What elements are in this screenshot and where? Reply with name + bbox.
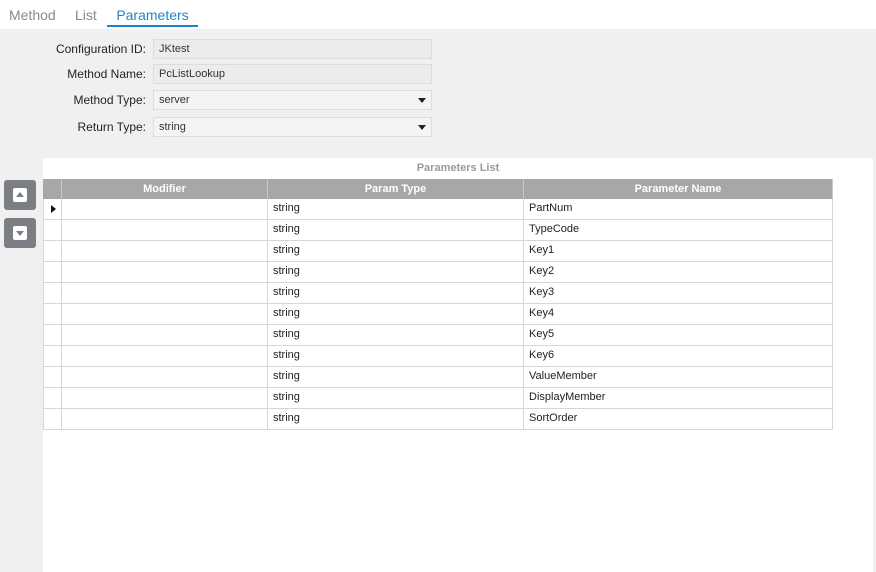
modifier-cell[interactable] <box>62 325 268 345</box>
column-header-parameter-name[interactable]: Parameter Name <box>524 179 833 199</box>
modifier-cell[interactable] <box>62 241 268 261</box>
parameter-name-cell[interactable]: SortOrder <box>524 409 833 429</box>
table-row[interactable]: string PartNum <box>43 199 833 220</box>
tab-method[interactable]: Method <box>9 6 56 24</box>
row-selector[interactable] <box>43 367 62 387</box>
column-header-modifier[interactable]: Modifier <box>62 179 268 199</box>
method-form: Configuration ID: JKtest Method Name: Pc… <box>0 29 876 158</box>
return-type-label: Return Type: <box>77 120 146 134</box>
row-selector[interactable] <box>43 220 62 240</box>
param-type-cell[interactable]: string <box>268 304 524 324</box>
tab-parameters[interactable]: Parameters <box>107 6 198 24</box>
chevron-down-icon[interactable] <box>418 98 426 103</box>
parameter-name-cell[interactable]: Key2 <box>524 262 833 282</box>
parameters-list-title: Parameters List <box>416 162 500 174</box>
modifier-cell[interactable] <box>62 367 268 387</box>
modifier-cell[interactable] <box>62 346 268 366</box>
tab-list[interactable]: List <box>75 6 97 24</box>
method-name-label: Method Name: <box>67 67 146 81</box>
grid-body: string PartNum string TypeCode string Key1 str… <box>43 199 833 430</box>
move-up-icon <box>13 188 27 202</box>
row-selector[interactable] <box>43 325 62 345</box>
method-type-value: server <box>159 94 190 106</box>
parameter-name-cell[interactable]: Key6 <box>524 346 833 366</box>
row-selector[interactable] <box>43 262 62 282</box>
parameters-grid: Modifier Param Type Parameter Name strin… <box>43 179 833 430</box>
chevron-down-icon[interactable] <box>418 125 426 130</box>
config-id-label: Configuration ID: <box>55 42 146 56</box>
row-indicator-header <box>43 179 62 199</box>
param-type-cell[interactable]: string <box>268 325 524 345</box>
modifier-cell[interactable] <box>62 220 268 240</box>
table-row[interactable]: string Key6 <box>43 346 833 367</box>
config-id-field[interactable]: JKtest <box>153 39 432 59</box>
grid-header: Modifier Param Type Parameter Name <box>43 179 833 199</box>
return-type-value: string <box>159 121 186 133</box>
table-row[interactable]: string Key2 <box>43 262 833 283</box>
column-header-param-type[interactable]: Param Type <box>268 179 524 199</box>
parameter-name-cell[interactable]: TypeCode <box>524 220 833 240</box>
table-row[interactable]: string Key5 <box>43 325 833 346</box>
modifier-cell[interactable] <box>62 388 268 408</box>
parameter-name-cell[interactable]: Key1 <box>524 241 833 261</box>
param-type-cell[interactable]: string <box>268 409 524 429</box>
active-tab-indicator <box>107 25 198 27</box>
row-selector[interactable] <box>43 241 62 261</box>
param-type-cell[interactable]: string <box>268 199 524 219</box>
current-row-icon <box>51 205 56 213</box>
table-row[interactable]: string SortOrder <box>43 409 833 430</box>
method-type-label: Method Type: <box>73 93 147 107</box>
modifier-cell[interactable] <box>62 199 268 219</box>
table-row[interactable]: string Key1 <box>43 241 833 262</box>
table-row[interactable]: string Key3 <box>43 283 833 304</box>
parameter-name-cell[interactable]: Key3 <box>524 283 833 303</box>
param-type-cell[interactable]: string <box>268 241 524 261</box>
move-up-button[interactable] <box>4 180 36 210</box>
param-type-cell[interactable]: string <box>268 262 524 282</box>
parameters-area: Parameters List Modifier Param Type Para… <box>0 158 876 572</box>
table-row[interactable]: string TypeCode <box>43 220 833 241</box>
method-name-field[interactable]: PcListLookup <box>153 64 432 84</box>
parameter-name-cell[interactable]: Key5 <box>524 325 833 345</box>
param-type-cell[interactable]: string <box>268 220 524 240</box>
modifier-cell[interactable] <box>62 283 268 303</box>
modifier-cell[interactable] <box>62 409 268 429</box>
row-selector[interactable] <box>43 388 62 408</box>
move-down-button[interactable] <box>4 218 36 248</box>
modifier-cell[interactable] <box>62 304 268 324</box>
row-selector[interactable] <box>43 409 62 429</box>
param-type-cell[interactable]: string <box>268 388 524 408</box>
method-type-select[interactable]: server <box>153 90 432 110</box>
param-type-cell[interactable]: string <box>268 346 524 366</box>
table-row[interactable]: string DisplayMember <box>43 388 833 409</box>
parameter-name-cell[interactable]: DisplayMember <box>524 388 833 408</box>
return-type-select[interactable]: string <box>153 117 432 137</box>
row-selector[interactable] <box>43 283 62 303</box>
modifier-cell[interactable] <box>62 262 268 282</box>
param-type-cell[interactable]: string <box>268 283 524 303</box>
row-selector[interactable] <box>43 346 62 366</box>
table-row[interactable]: string ValueMember <box>43 367 833 388</box>
parameter-name-cell[interactable]: Key4 <box>524 304 833 324</box>
parameter-name-cell[interactable]: PartNum <box>524 199 833 219</box>
row-selector[interactable] <box>43 304 62 324</box>
parameter-name-cell[interactable]: ValueMember <box>524 367 833 387</box>
param-type-cell[interactable]: string <box>268 367 524 387</box>
row-selector[interactable] <box>43 199 62 219</box>
move-down-icon <box>13 226 27 240</box>
table-row[interactable]: string Key4 <box>43 304 833 325</box>
parameters-panel: Parameters List Modifier Param Type Para… <box>43 158 873 572</box>
tab-bar: Method List Parameters <box>0 0 876 29</box>
